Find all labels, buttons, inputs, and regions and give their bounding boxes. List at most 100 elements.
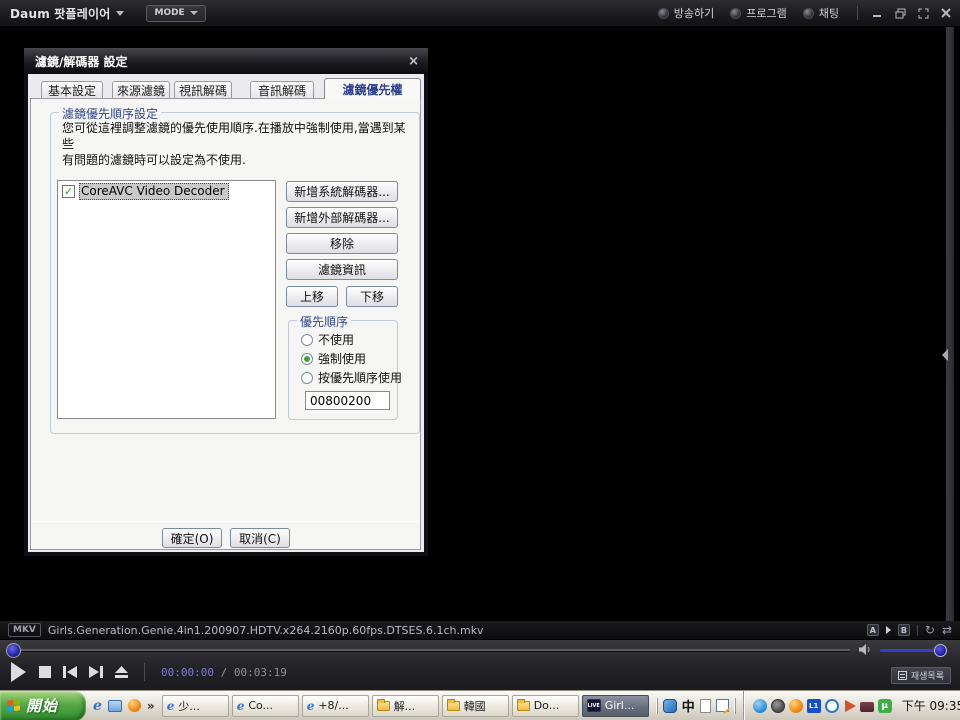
handwriting-pad-icon[interactable] [715,699,729,712]
playlist-toggle-arrow-icon[interactable] [942,349,948,361]
repeat-icon[interactable]: ↻ [925,624,935,636]
ime-icon[interactable] [662,698,677,713]
taskbar-button-ie-2[interactable]: e Co... [231,694,299,717]
language-bar-grip[interactable] [655,697,658,714]
taskbar-button-folder-2[interactable]: 韓國 [441,694,509,717]
taskbar-button-ie-1[interactable]: e 少... [161,694,229,717]
ok-button[interactable]: 確定(O) [162,528,222,548]
taskbar-button-folder-1[interactable]: 解... [371,694,439,717]
orange-ball-tray-icon[interactable] [788,698,803,713]
taskbar-button-ie-3[interactable]: e +8/... [301,694,369,717]
start-label: 開始 [26,697,59,715]
quick-launch: e » [86,699,162,713]
ab-repeat-b-button[interactable]: B [897,624,910,636]
move-up-button[interactable]: 上移 [286,286,338,307]
folder-icon [446,698,460,711]
tab-video-decoder[interactable]: 視訊解碼 [174,81,232,99]
radio-label: 不使用 [318,333,355,347]
l1-app-tray-icon[interactable]: L1 [806,698,821,713]
next-button[interactable] [89,666,103,678]
show-desktop-icon[interactable] [107,699,122,712]
minimize-icon[interactable] [868,4,886,22]
tab-basic-settings[interactable]: 基本設定 [41,81,103,99]
emule-tray-icon[interactable] [824,698,839,713]
time-separator: / [220,665,228,679]
add-external-decoder-button[interactable]: 新增外部解碼器... [286,207,398,228]
player-control-bar: 00:00:00 / 00:03:19 재생목록 [0,639,960,690]
remove-button[interactable]: 移除 [286,233,398,254]
filter-item-label[interactable]: CoreAVC Video Decoder [79,183,229,200]
radio-selected-icon[interactable] [301,352,313,365]
program-orb-icon [730,7,742,19]
taskbar-clock: 下午 09:35 [901,699,960,713]
orange-ball-icon[interactable] [127,699,141,712]
seek-thumb[interactable] [6,643,21,658]
current-time: 00:00:00 [161,665,214,679]
mode-button[interactable]: MODE [146,4,206,22]
utorrent-tray-icon[interactable]: µ [877,698,892,713]
restore-icon[interactable] [891,4,909,22]
radio-use-by-priority[interactable]: 按優先順序使用 [301,369,402,386]
playlist-button[interactable]: 재생목록 [890,667,951,684]
ime-chinese-indicator[interactable]: 中 [682,696,695,715]
previous-button[interactable] [63,666,77,678]
shuffle-icon[interactable]: ⇄ [942,624,952,636]
controls-separator [144,663,145,681]
program-button[interactable]: 프로그램 [730,5,787,21]
broadcast-button[interactable]: 방송하기 [657,5,714,21]
seek-slider[interactable] [14,649,850,652]
scanner-tray-icon[interactable] [859,701,874,712]
radio-do-not-use[interactable]: 不使用 [301,331,354,348]
play-button[interactable] [10,662,27,682]
stop-button[interactable] [39,666,51,678]
chat-label: 채팅 [818,7,839,20]
priority-groupbox-title: 優先順序 [297,313,352,330]
clock-app-tray-icon[interactable] [770,698,785,713]
radio-icon[interactable] [301,371,313,384]
ab-repeat-a-button[interactable]: A [866,624,879,636]
format-badge: MKV [8,623,41,637]
volume-slider[interactable] [880,649,942,652]
tab-filter-priority[interactable]: 濾鏡優先權 [324,78,421,99]
app-title[interactable]: Daum 팟플레이어 [10,5,110,22]
start-button[interactable]: 開始 [0,690,86,720]
language-bar-grip[interactable] [733,697,736,714]
folder-icon [516,698,530,711]
cancel-button[interactable]: 取消(C) [230,528,290,548]
dialog-close-icon[interactable]: × [408,55,419,68]
speaker-icon[interactable] [859,644,872,655]
filter-decoder-settings-dialog: 濾鏡/解碼器 設定 × 基本設定 來源濾鏡 視訊解碼 音訊解碼 濾鏡優先權 濾鏡… [24,48,428,556]
volume-thumb[interactable] [934,644,947,657]
close-window-icon[interactable] [937,4,955,22]
task-button-label: +8/... [318,699,349,712]
language-bar: 中 [649,696,743,715]
keyboard-layout-icon[interactable] [699,698,711,713]
task-button-label: 韓國 [463,699,486,713]
move-down-button[interactable]: 下移 [346,286,398,307]
filter-checkbox[interactable]: ✓ [62,185,75,198]
add-system-decoder-button[interactable]: 新增系統解碼器... [286,181,398,202]
fullscreen-icon[interactable] [914,4,932,22]
playlist-panel-edge[interactable] [946,27,954,621]
eject-button[interactable] [115,666,128,678]
dialog-titlebar[interactable]: 濾鏡/解碼器 設定 × [24,48,428,74]
task-button-label: 解... [393,699,416,713]
merit-value-input[interactable] [305,391,390,410]
internet-explorer-icon[interactable]: e [93,699,102,713]
filter-listbox[interactable]: ✓ CoreAVC Video Decoder [57,180,276,419]
mode-button-label: MODE [154,8,185,18]
list-item[interactable]: ✓ CoreAVC Video Decoder [58,181,275,200]
volume-tray-icon[interactable] [844,700,856,712]
tab-source-filter[interactable]: 來源濾鏡 [112,81,170,99]
taskbar-button-potplayer[interactable]: LIVE Girl... [581,694,649,717]
messenger-tray-icon[interactable] [752,698,767,713]
description-line-2: 有問題的濾鏡時可以設定為不使用. [62,153,246,167]
tab-audio-decoder[interactable]: 音訊解碼 [250,81,314,99]
radio-force-use[interactable]: 強制使用 [301,350,366,367]
filter-info-button[interactable]: 濾鏡資訊 [286,259,398,280]
chat-button[interactable]: 채팅 [802,5,839,21]
video-screen[interactable]: 濾鏡/解碼器 設定 × 基本設定 來源濾鏡 視訊解碼 音訊解碼 濾鏡優先權 濾鏡… [0,27,960,621]
radio-icon[interactable] [301,333,313,346]
taskbar-button-folder-3[interactable]: Do... [511,694,579,717]
quick-launch-overflow-chevron[interactable]: » [147,699,155,713]
